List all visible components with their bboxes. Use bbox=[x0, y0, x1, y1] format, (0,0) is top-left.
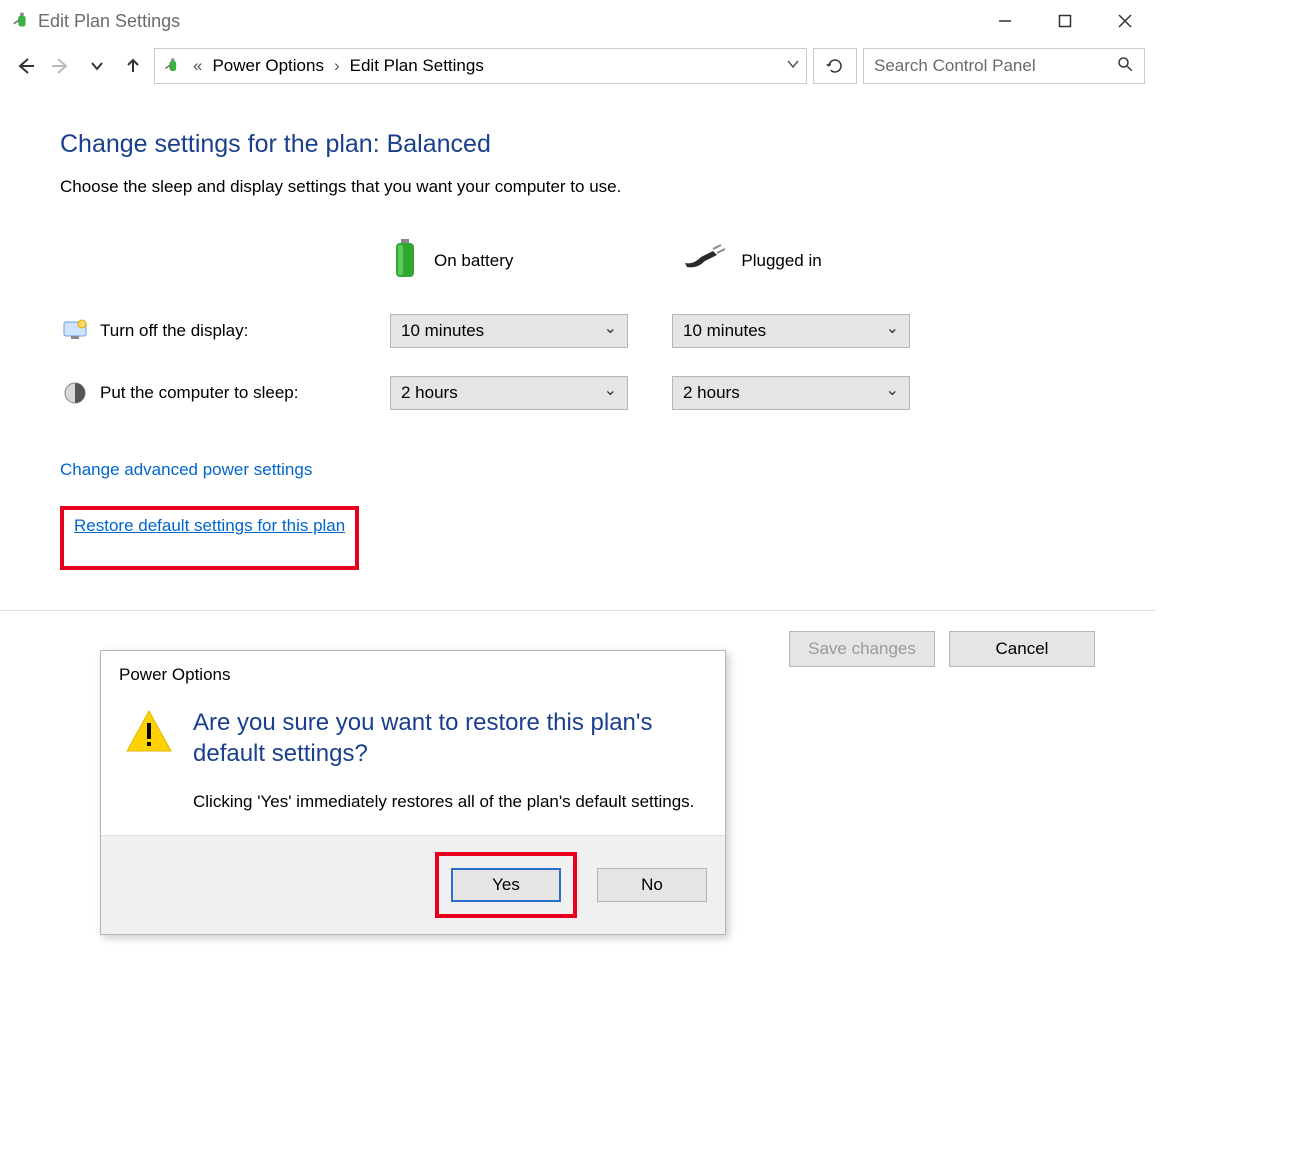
confirm-dialog: Power Options Are you sure you want to r… bbox=[100, 650, 726, 935]
page-heading: Change settings for the plan: Balanced bbox=[60, 130, 1095, 159]
battery-icon bbox=[390, 237, 420, 284]
dialog-yes-button[interactable]: Yes bbox=[451, 868, 561, 902]
row-sleep-label: Put the computer to sleep: bbox=[100, 383, 390, 403]
save-changes-button[interactable]: Save changes bbox=[789, 631, 935, 667]
highlight-restore: Restore default settings for this plan bbox=[60, 506, 359, 570]
sleep-battery-dropdown[interactable]: 2 hours bbox=[390, 376, 628, 410]
content-area: Change settings for the plan: Balanced C… bbox=[0, 90, 1155, 590]
close-button[interactable] bbox=[1095, 0, 1155, 42]
window-title: Edit Plan Settings bbox=[38, 11, 180, 32]
chevron-right-icon: › bbox=[334, 56, 340, 76]
row-sleep: Put the computer to sleep: 2 hours 2 hou… bbox=[60, 376, 1095, 410]
column-plugged-in: Plugged in bbox=[683, 243, 821, 278]
column-plugged-label: Plugged in bbox=[741, 251, 821, 271]
app-icon bbox=[10, 10, 32, 32]
highlight-yes: Yes bbox=[435, 852, 577, 918]
sleep-plugged-dropdown[interactable]: 2 hours bbox=[672, 376, 910, 410]
forward-button[interactable] bbox=[46, 50, 76, 82]
minimize-button[interactable] bbox=[975, 0, 1035, 42]
search-input[interactable] bbox=[874, 56, 1108, 76]
window-titlebar: Edit Plan Settings bbox=[0, 0, 1155, 42]
display-battery-value: 10 minutes bbox=[401, 321, 484, 341]
recent-button[interactable] bbox=[82, 50, 112, 82]
dialog-content: Are you sure you want to restore this pl… bbox=[193, 707, 701, 815]
address-icon bbox=[161, 55, 183, 77]
display-plugged-dropdown[interactable]: 10 minutes bbox=[672, 314, 910, 348]
row-display-label: Turn off the display: bbox=[100, 321, 390, 341]
window-controls bbox=[975, 0, 1155, 42]
dialog-text: Clicking 'Yes' immediately restores all … bbox=[193, 789, 701, 815]
dialog-body: Are you sure you want to restore this pl… bbox=[101, 693, 725, 835]
breadcrumb-prefix: « bbox=[193, 56, 202, 76]
yes-label: Yes bbox=[492, 875, 520, 895]
breadcrumb-power-options[interactable]: Power Options bbox=[212, 56, 324, 76]
warning-icon bbox=[125, 707, 173, 755]
links-section: Change advanced power settings Restore d… bbox=[60, 460, 1095, 570]
dialog-title: Power Options bbox=[101, 651, 725, 693]
nav-bar: « Power Options › Edit Plan Settings bbox=[0, 42, 1155, 90]
dialog-footer: Yes No bbox=[101, 835, 725, 934]
column-on-battery: On battery bbox=[390, 237, 513, 284]
address-dropdown-icon[interactable] bbox=[786, 56, 800, 76]
cancel-label: Cancel bbox=[996, 639, 1049, 659]
dialog-heading: Are you sure you want to restore this pl… bbox=[193, 707, 701, 769]
search-icon[interactable] bbox=[1116, 55, 1134, 77]
row-turn-off-display: Turn off the display: 10 minutes 10 minu… bbox=[60, 314, 1095, 348]
no-label: No bbox=[641, 875, 663, 895]
breadcrumb-edit-plan[interactable]: Edit Plan Settings bbox=[350, 56, 484, 76]
display-battery-dropdown[interactable]: 10 minutes bbox=[390, 314, 628, 348]
display-plugged-value: 10 minutes bbox=[683, 321, 766, 341]
column-headers: On battery Plugged in bbox=[390, 237, 1095, 284]
sleep-plugged-value: 2 hours bbox=[683, 383, 740, 403]
search-box[interactable] bbox=[863, 48, 1145, 84]
link-advanced-settings[interactable]: Change advanced power settings bbox=[60, 460, 312, 480]
sleep-icon bbox=[60, 378, 90, 408]
sleep-battery-value: 2 hours bbox=[401, 383, 458, 403]
up-button[interactable] bbox=[118, 50, 148, 82]
plug-icon bbox=[683, 243, 727, 278]
link-restore-defaults[interactable]: Restore default settings for this plan bbox=[74, 516, 345, 536]
address-bar[interactable]: « Power Options › Edit Plan Settings bbox=[154, 48, 807, 84]
column-battery-label: On battery bbox=[434, 251, 513, 271]
display-icon bbox=[60, 316, 90, 346]
maximize-button[interactable] bbox=[1035, 0, 1095, 42]
save-label: Save changes bbox=[808, 639, 916, 659]
dialog-no-button[interactable]: No bbox=[597, 868, 707, 902]
cancel-button[interactable]: Cancel bbox=[949, 631, 1095, 667]
back-button[interactable] bbox=[10, 50, 40, 82]
refresh-button[interactable] bbox=[813, 48, 857, 84]
page-subtitle: Choose the sleep and display settings th… bbox=[60, 177, 1095, 197]
